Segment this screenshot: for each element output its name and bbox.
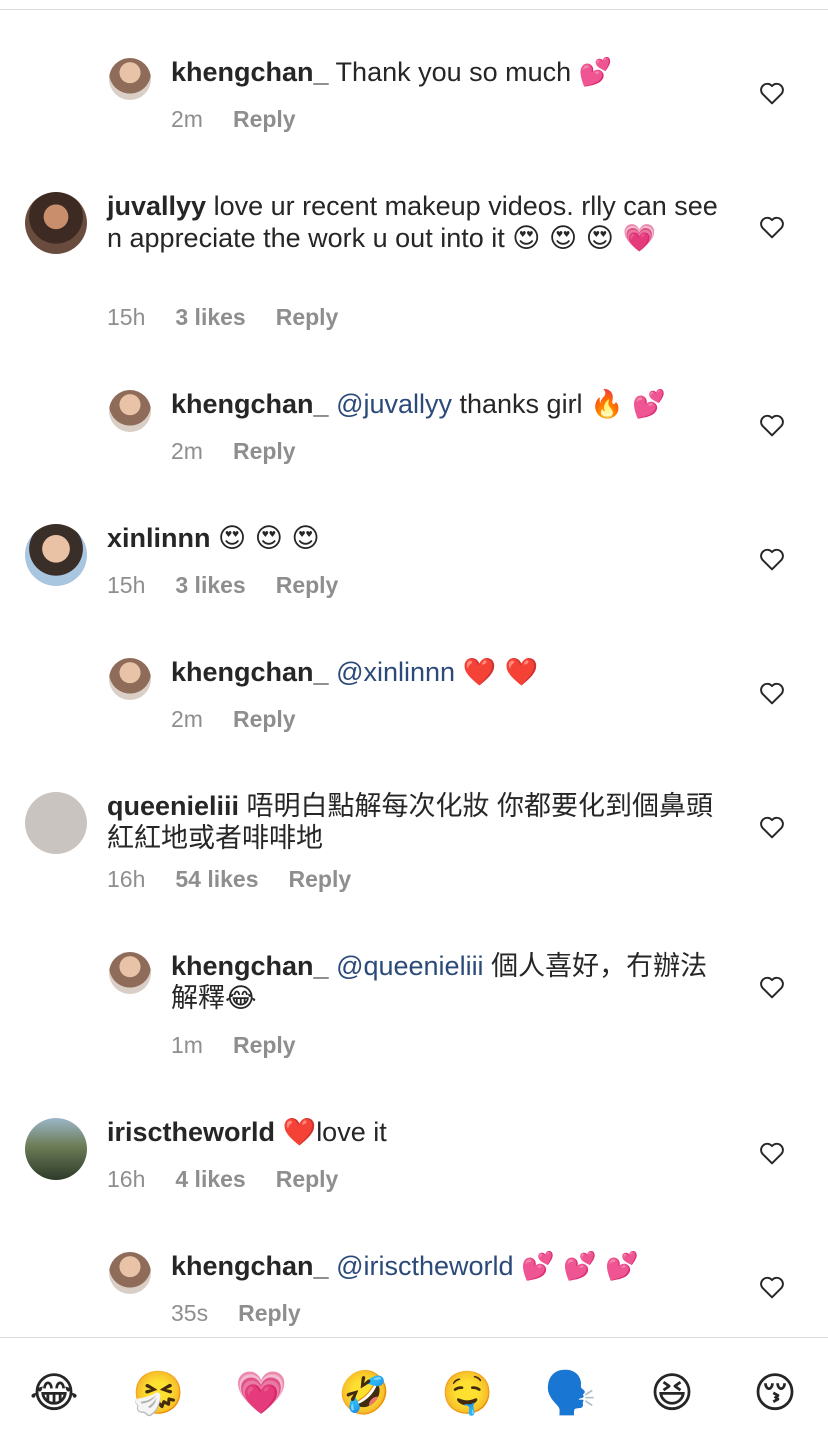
comment-meta: 15h 3 likes Reply <box>107 304 368 331</box>
likes-count[interactable]: 4 likes <box>175 1166 245 1193</box>
comment-meta: 15h 3 likes Reply <box>107 572 368 599</box>
comment-meta: 1m Reply <box>171 1032 326 1059</box>
reply-button[interactable]: Reply <box>276 572 339 599</box>
like-heart-icon[interactable] <box>759 1275 785 1299</box>
likes-count[interactable]: 3 likes <box>175 304 245 331</box>
mention-link[interactable]: @queenieliii <box>336 951 484 981</box>
like-heart-icon[interactable] <box>759 681 785 705</box>
red-heart-emoji: ❤️ ❤️ <box>462 657 539 688</box>
reply-button[interactable]: Reply <box>276 304 339 331</box>
comment-text: khengchan_ @xinlinnn ❤️ ❤️ <box>171 656 731 689</box>
comment-text: xinlinnn 😍 😍 😍 <box>107 522 722 555</box>
avatar[interactable] <box>109 952 151 994</box>
comment-text: queenieliii 唔明白點解每次化妝 你都要化到個鼻頭紅紅地或者啡啡地 <box>107 791 714 853</box>
comment-meta: 35s Reply <box>171 1300 331 1327</box>
like-heart-icon[interactable] <box>759 1141 785 1165</box>
reply-button[interactable]: Reply <box>233 706 296 733</box>
mention-link[interactable]: @irisctheworld <box>336 1251 513 1281</box>
comment-meta: 2m Reply <box>171 106 326 133</box>
laughing-emoji: 😂 <box>225 983 257 1014</box>
timestamp: 15h <box>107 304 146 330</box>
username[interactable]: juvallyy <box>107 191 206 221</box>
username[interactable]: khengchan_ <box>171 951 329 981</box>
timestamp: 2m <box>171 438 203 464</box>
drooling-face-emoji-button[interactable]: 🤤 <box>441 1368 493 1418</box>
timestamp: 2m <box>171 706 203 732</box>
avatar[interactable] <box>25 1118 87 1180</box>
reply-button[interactable]: Reply <box>233 438 296 465</box>
speaking-head-emoji-button[interactable]: 🗣️ <box>544 1368 596 1418</box>
two-hearts-emoji: 💕 💕 💕 <box>521 1251 640 1282</box>
comment-text: khengchan_ Thank you so much 💕 <box>171 57 613 88</box>
timestamp: 2m <box>171 106 203 132</box>
timestamp: 16h <box>107 1166 146 1192</box>
reply-button[interactable]: Reply <box>289 866 352 893</box>
like-heart-icon[interactable] <box>759 81 785 105</box>
rolling-laughing-emoji-button[interactable]: 🤣 <box>338 1368 390 1418</box>
reply-button[interactable]: Reply <box>233 106 296 133</box>
mention-link[interactable]: @juvallyy <box>336 389 452 419</box>
like-heart-icon[interactable] <box>759 815 785 839</box>
comment-text: khengchan_ @irisctheworld 💕 💕 💕 <box>171 1250 731 1283</box>
like-heart-icon[interactable] <box>759 215 785 239</box>
comment-meta: 16h 4 likes Reply <box>107 1166 368 1193</box>
kissing-face-emoji-button[interactable]: 😚 <box>750 1368 800 1418</box>
quick-emoji-bar: 😂 🤧 💗 🤣 🤤 🗣️ 😆 😚 <box>0 1337 828 1444</box>
username[interactable]: irisctheworld <box>107 1117 275 1147</box>
comment-meta: 2m Reply <box>171 438 326 465</box>
avatar[interactable] <box>109 390 151 432</box>
timestamp: 15h <box>107 572 146 598</box>
mention-link[interactable]: @xinlinnn <box>336 657 455 687</box>
top-divider <box>0 0 828 10</box>
like-heart-icon[interactable] <box>759 413 785 437</box>
avatar[interactable] <box>109 658 151 700</box>
comment-text: khengchan_ @juvallyy thanks girl 🔥 💕 <box>171 389 666 420</box>
likes-count[interactable]: 3 likes <box>175 572 245 599</box>
emoji-group: 😍 😍 😍 <box>218 523 320 554</box>
comment-text: khengchan_ @queenieliii 個人喜好，冇辦法解釋😂 <box>171 951 708 1014</box>
emoji-group: 🔥 💕 <box>590 389 666 420</box>
like-heart-icon[interactable] <box>759 975 785 999</box>
reply-button[interactable]: Reply <box>233 1032 296 1059</box>
reply-button[interactable]: Reply <box>276 1166 339 1193</box>
emoji-group: 😍 😍 😍 💗 <box>512 223 657 254</box>
timestamp: 1m <box>171 1032 203 1058</box>
username[interactable]: queenieliii <box>107 791 239 821</box>
avatar[interactable] <box>25 524 87 586</box>
likes-count[interactable]: 54 likes <box>175 866 258 893</box>
username[interactable]: xinlinnn <box>107 523 211 553</box>
sneezing-face-emoji-button[interactable]: 🤧 <box>132 1368 184 1418</box>
red-heart-emoji: ❤️ <box>282 1117 317 1148</box>
two-hearts-emoji: 💕 <box>578 57 613 88</box>
avatar[interactable] <box>109 58 151 100</box>
comment-text: juvallyy love ur recent makeup videos. r… <box>107 191 718 254</box>
reply-button[interactable]: Reply <box>238 1300 301 1327</box>
grinning-squinting-emoji-button[interactable]: 😆 <box>647 1368 697 1418</box>
comment-meta: 16h 54 likes Reply <box>107 866 381 893</box>
timestamp: 35s <box>171 1300 209 1326</box>
username[interactable]: khengchan_ <box>171 657 329 687</box>
username[interactable]: khengchan_ <box>171 389 329 419</box>
avatar[interactable] <box>25 192 87 254</box>
tears-of-joy-emoji-button[interactable]: 😂 <box>29 1368 79 1418</box>
comment-text: irisctheworld ❤️love it <box>107 1117 387 1148</box>
timestamp: 16h <box>107 866 146 892</box>
comment-meta: 2m Reply <box>171 706 326 733</box>
username[interactable]: khengchan_ <box>171 57 329 87</box>
like-heart-icon[interactable] <box>759 547 785 571</box>
growing-heart-emoji-button[interactable]: 💗 <box>235 1368 287 1418</box>
avatar[interactable] <box>109 1252 151 1294</box>
avatar[interactable] <box>25 792 87 854</box>
username[interactable]: khengchan_ <box>171 1251 329 1281</box>
